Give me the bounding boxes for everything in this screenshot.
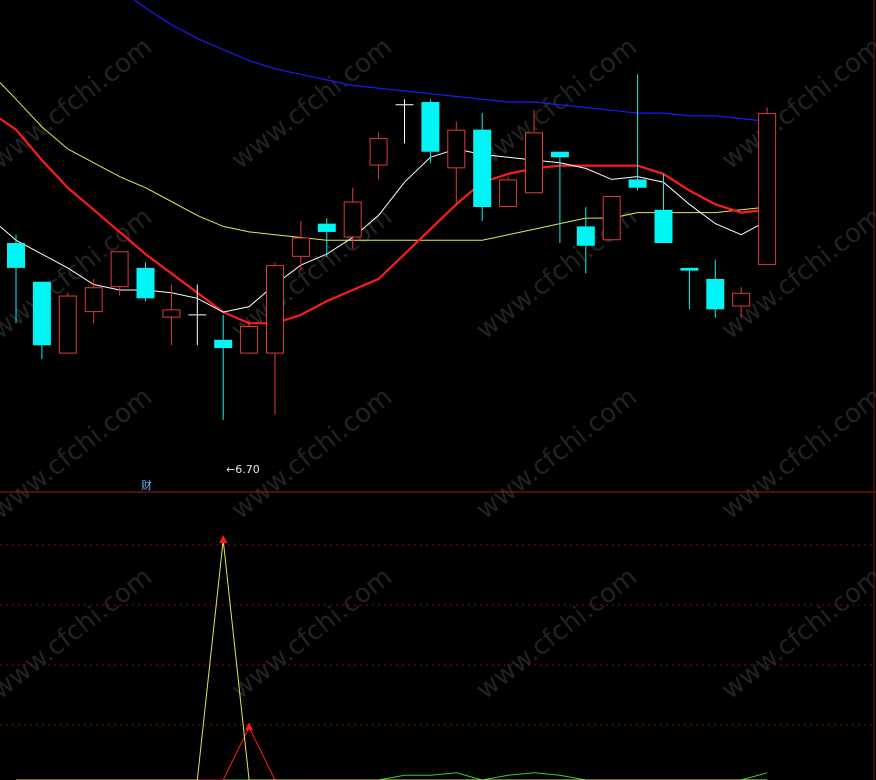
candle-body: [654, 209, 673, 243]
candle-body: [110, 251, 129, 288]
candle: [266, 262, 284, 415]
finance-marker[interactable]: 财: [141, 478, 152, 492]
kline-chart: www.cfchi.com www.cfchi.com www.cfchi.com w…: [0, 0, 876, 780]
candle-body: [162, 309, 181, 318]
candle: [473, 113, 492, 221]
watermark-text: www.cfchi.com: [0, 32, 158, 176]
candle-body: [550, 151, 569, 158]
candle-body: [7, 243, 25, 268]
candle-body: [369, 137, 388, 166]
peak-arrow-icon: [219, 535, 228, 543]
candle-body: [421, 102, 440, 152]
candle: [32, 281, 51, 360]
indicator-green-line: [16, 772, 768, 780]
candle-body: [240, 325, 259, 354]
candle: [447, 121, 466, 205]
candle-body: [343, 201, 362, 238]
candle-body: [525, 132, 543, 194]
candle-body: [32, 281, 51, 346]
candle-body: [136, 267, 155, 299]
watermark-text: www.cfchi.com: [226, 562, 398, 706]
candle-body: [58, 295, 77, 354]
candle: [58, 292, 77, 354]
candle-body: [84, 287, 103, 313]
candle-body: [758, 113, 777, 266]
candle: [758, 107, 777, 266]
watermark-text: www.cfchi.com: [226, 382, 398, 526]
candle: [602, 196, 621, 241]
candle-body: [628, 179, 647, 188]
indicator-red-line: [16, 726, 768, 780]
candle-body: [266, 265, 284, 354]
candle: [395, 99, 414, 144]
candle-body: [291, 237, 310, 257]
watermark-text: www.cfchi.com: [0, 562, 158, 706]
candle-body: [706, 278, 725, 310]
candle: [421, 99, 440, 163]
watermark-text: www.cfchi.com: [471, 562, 643, 706]
candle: [628, 74, 647, 191]
candle-body: [602, 196, 621, 241]
candle-body: [499, 179, 518, 208]
candle: [369, 132, 388, 180]
candle: [188, 284, 207, 346]
candle: [214, 314, 233, 420]
watermark-text: www.cfchi.com: [471, 382, 643, 526]
candle: [680, 267, 699, 310]
peak-arrow-icon: [245, 722, 254, 731]
candle-body: [447, 129, 466, 169]
watermark-text: www.cfchi.com: [0, 382, 158, 526]
watermark-text: www.cfchi.com: [716, 382, 876, 526]
low-price-label: ←6.70: [226, 463, 260, 476]
candle: [706, 259, 725, 318]
candle-body: [214, 339, 233, 349]
candle-body: [576, 226, 595, 246]
watermark-text: www.cfchi.com: [0, 202, 158, 346]
watermark-text: www.cfchi.com: [716, 32, 876, 176]
candle-body: [317, 223, 336, 232]
candle: [654, 173, 673, 243]
candle-body: [732, 292, 751, 307]
candle: [136, 262, 155, 302]
watermark-text: www.cfchi.com: [716, 202, 876, 346]
candle-body: [473, 129, 492, 208]
candle-body: [680, 267, 699, 271]
candle: [499, 176, 518, 208]
watermark-text: www.cfchi.com: [716, 562, 876, 706]
